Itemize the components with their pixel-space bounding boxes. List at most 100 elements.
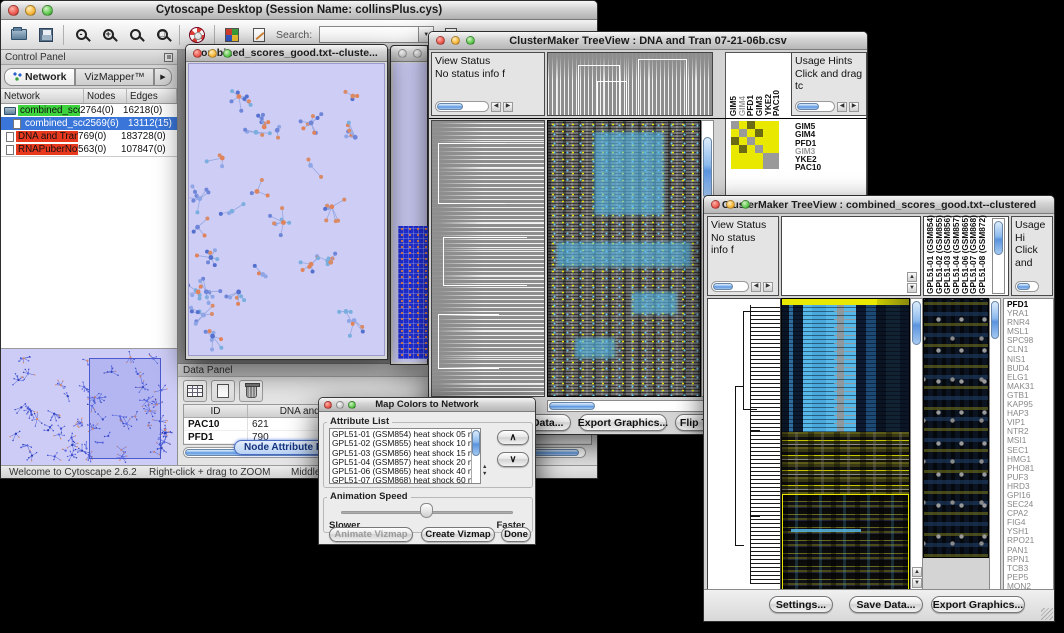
network2-canvas[interactable] xyxy=(393,63,427,362)
scrollbar-thumb[interactable] xyxy=(912,301,921,345)
minimize-button[interactable] xyxy=(208,49,217,58)
minimize-button[interactable] xyxy=(336,401,344,409)
zoom-window-button[interactable] xyxy=(42,5,53,16)
minimize-button[interactable] xyxy=(413,49,422,58)
heatmap-selection-box[interactable] xyxy=(782,494,909,590)
scroll-right-button[interactable]: ▶ xyxy=(503,102,513,112)
dialog-titlebar[interactable]: Map Colors to Network xyxy=(319,398,535,412)
scrollbar-thumb[interactable] xyxy=(797,103,819,110)
row-dendrogram[interactable] xyxy=(707,298,781,591)
resize-grip[interactable] xyxy=(1041,608,1053,620)
zoom-window-button[interactable] xyxy=(466,36,475,45)
scrollbar-thumb[interactable] xyxy=(549,402,595,410)
zoom-selected-button[interactable] xyxy=(125,25,145,45)
network-list-item[interactable]: RNAPuberNov2+ 563(0) 107847(0) xyxy=(1,143,177,156)
create-vizmap-button[interactable]: Create Vizmap xyxy=(421,527,495,542)
overview-selection-rect[interactable] xyxy=(89,358,161,459)
heatmap-vscrollbar[interactable]: ▲ ▼ xyxy=(910,298,923,591)
search-input[interactable] xyxy=(319,26,419,43)
close-button[interactable] xyxy=(436,36,445,45)
scroll-down-button[interactable]: ▼ xyxy=(482,471,487,477)
zoom-window-button[interactable] xyxy=(741,200,750,209)
move-down-button[interactable]: ∨ xyxy=(497,452,529,467)
close-button[interactable] xyxy=(398,49,407,58)
main-titlebar[interactable]: Cytoscape Desktop (Session Name: collins… xyxy=(1,1,597,20)
row-label[interactable]: PAC10 xyxy=(795,163,821,171)
usage-hints-scrollbar[interactable]: ◀ ▶ xyxy=(795,101,859,112)
network-overview-panel[interactable] xyxy=(1,348,177,465)
attribute-item[interactable]: GPL51-07 (GSM868) heat shock 60 min xyxy=(332,476,480,484)
scrollbar-thumb[interactable] xyxy=(1017,283,1030,290)
scrollbar-thumb[interactable] xyxy=(437,103,463,110)
heatmap-hscrollbar[interactable] xyxy=(547,400,713,412)
usage-hints-scrollbar[interactable] xyxy=(1015,281,1039,292)
column-label[interactable]: GPL51-08 (GSM872) xyxy=(978,218,987,294)
scrollbar-thumb[interactable] xyxy=(713,283,733,290)
zoom-heatmap-vscrollbar[interactable] xyxy=(989,298,1001,591)
main-heatmap[interactable] xyxy=(781,298,910,591)
scroll-left-button[interactable]: ◀ xyxy=(837,102,847,112)
scroll-up-button[interactable]: ▲ xyxy=(912,567,922,577)
column-header-edges[interactable]: Edges xyxy=(127,89,177,103)
network-list-header[interactable]: Network Nodes Edges xyxy=(1,89,177,104)
treeview2-titlebar[interactable]: ClusterMaker TreeView : combined_scores_… xyxy=(704,196,1054,214)
move-up-button[interactable]: ∧ xyxy=(497,430,529,445)
column-header-network[interactable]: Network xyxy=(1,89,84,103)
network-list-item[interactable]: combined_scores_ 2764(0) 16218(0) xyxy=(1,104,177,117)
view-status-scrollbar[interactable]: ◀ ▶ xyxy=(711,281,773,292)
scroll-up-button[interactable]: ▲ xyxy=(482,464,487,470)
network-list-item[interactable]: DNA and Tran 07 769(0) 183728(0) xyxy=(1,130,177,143)
scroll-up-button[interactable]: ▲ xyxy=(907,272,917,282)
close-button[interactable] xyxy=(324,401,332,409)
treeview1-titlebar[interactable]: ClusterMaker TreeView : DNA and Tran 07-… xyxy=(429,32,867,50)
scroll-down-button[interactable]: ▼ xyxy=(912,578,922,588)
column-dendrogram-area[interactable] xyxy=(781,216,921,296)
zoom-fit-button[interactable]: □ xyxy=(152,25,172,45)
export-graphics-button[interactable]: Export Graphics... xyxy=(931,596,1025,613)
column-label[interactable]: PAC10 xyxy=(772,90,781,116)
minimize-button[interactable] xyxy=(25,5,36,16)
minimize-button[interactable] xyxy=(726,200,735,209)
zoom-heatmap[interactable] xyxy=(923,298,989,558)
scrollbar-thumb[interactable] xyxy=(472,430,480,456)
zoom-in-button[interactable]: + xyxy=(98,25,118,45)
tab-network[interactable]: Network xyxy=(4,68,75,86)
close-button[interactable] xyxy=(193,49,202,58)
tab-overflow-button[interactable]: ▶ xyxy=(154,68,172,86)
scroll-left-button[interactable]: ◀ xyxy=(751,282,761,292)
attribute-list-scrollbar[interactable] xyxy=(471,429,480,483)
column-dendrogram[interactable] xyxy=(547,52,713,116)
scrollbar-thumb[interactable] xyxy=(994,221,1003,255)
slider-thumb[interactable] xyxy=(420,503,433,518)
scrollbar-thumb[interactable] xyxy=(703,137,712,199)
scroll-down-button[interactable]: ▼ xyxy=(907,283,917,293)
done-button[interactable]: Done xyxy=(501,527,531,542)
column-labels-vscrollbar[interactable] xyxy=(992,218,1005,294)
export-graphics-button[interactable]: Export Graphics... xyxy=(579,414,667,431)
delete-attribute-button[interactable] xyxy=(239,380,263,402)
scroll-right-button[interactable]: ▶ xyxy=(849,102,859,112)
settings-button[interactable]: Settings... xyxy=(769,596,833,613)
zoom-window-button[interactable] xyxy=(348,401,356,409)
close-button[interactable] xyxy=(711,200,720,209)
view-status-scrollbar[interactable]: ◀ ▶ xyxy=(435,101,513,112)
network1-titlebar[interactable]: combined_scores_good.txt--cluste... xyxy=(186,45,387,62)
main-heatmap[interactable] xyxy=(547,120,701,397)
select-attributes-button[interactable] xyxy=(183,380,207,402)
scroll-left-button[interactable]: ◀ xyxy=(491,102,501,112)
network-canvas[interactable] xyxy=(188,63,385,356)
network2-titlebar[interactable] xyxy=(391,46,427,62)
zoom-out-button[interactable]: - xyxy=(71,25,91,45)
close-button[interactable] xyxy=(8,5,19,16)
vizmapper-button[interactable] xyxy=(222,25,242,45)
open-session-button[interactable] xyxy=(9,25,29,45)
save-data-button[interactable]: Save Data... xyxy=(849,596,923,613)
annotation-button[interactable] xyxy=(249,25,269,45)
new-attribute-button[interactable] xyxy=(211,380,235,402)
float-panel-icon[interactable] xyxy=(164,53,173,62)
scroll-right-button[interactable]: ▶ xyxy=(763,282,773,292)
scrollbar-thumb[interactable] xyxy=(991,301,999,339)
column-header-id[interactable]: ID xyxy=(184,405,248,417)
row-dendrogram[interactable] xyxy=(431,120,545,397)
save-session-button[interactable] xyxy=(36,25,56,45)
